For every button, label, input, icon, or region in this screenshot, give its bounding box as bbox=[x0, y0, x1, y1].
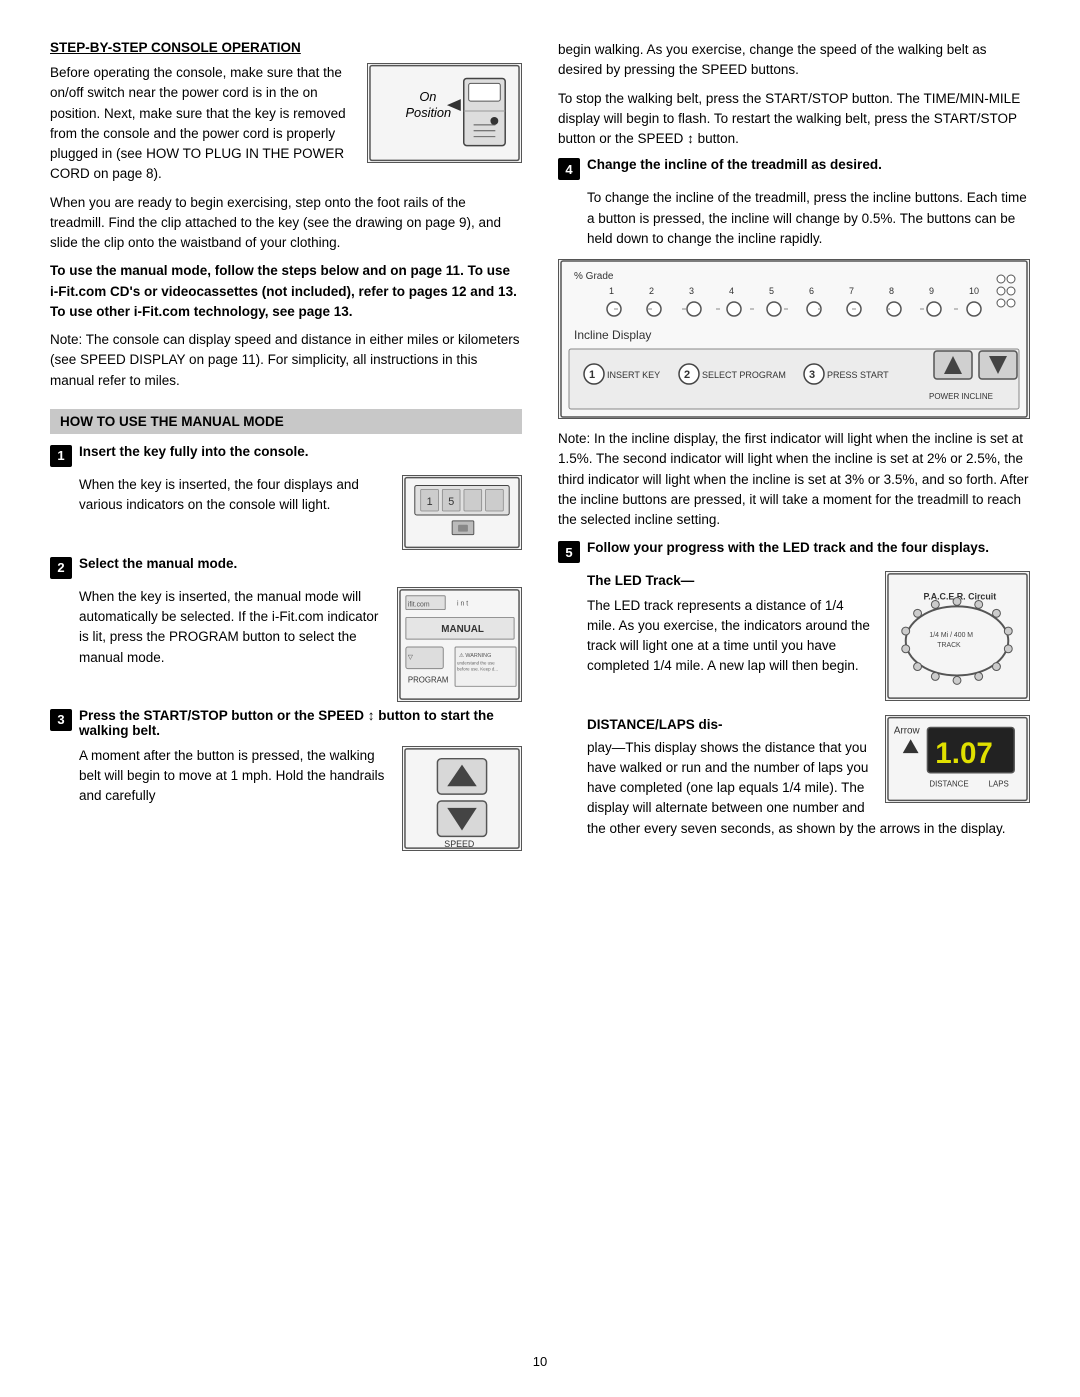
distance-laps-figure: Arrow 1.07 DISTANCE LAPS bbox=[885, 715, 1030, 803]
svg-text:5: 5 bbox=[448, 496, 454, 508]
svg-text:understand the use: understand the use bbox=[457, 660, 495, 665]
step-3-number: 3 bbox=[50, 709, 72, 731]
svg-text:Arrow: Arrow bbox=[894, 726, 921, 737]
step-1-title: Insert the key fully into the console. bbox=[79, 444, 309, 459]
svg-text:Position: Position bbox=[406, 105, 452, 120]
svg-text:SELECT PROGRAM: SELECT PROGRAM bbox=[702, 370, 786, 380]
led-track-svg: P.A.C.E.R. Circuit 1/4 Mi / 400 M TRACK bbox=[886, 571, 1029, 701]
svg-text:▽: ▽ bbox=[408, 654, 413, 661]
led-track-figure: P.A.C.E.R. Circuit 1/4 Mi / 400 M TRACK bbox=[885, 571, 1030, 701]
key-figure-svg: 1 5 bbox=[403, 475, 521, 550]
svg-text:PRESS START: PRESS START bbox=[827, 370, 889, 380]
svg-text:4: 4 bbox=[729, 286, 734, 296]
svg-text:3: 3 bbox=[689, 286, 694, 296]
svg-text:i n t: i n t bbox=[457, 600, 468, 607]
step-5-number: 5 bbox=[558, 541, 580, 563]
svg-text:LAPS: LAPS bbox=[989, 780, 1009, 789]
svg-text:1: 1 bbox=[589, 369, 595, 381]
continue-text: begin walking. As you exercise, change t… bbox=[558, 40, 1030, 81]
step-3-figure: SPEED bbox=[402, 746, 522, 851]
svg-text:ifit.com: ifit.com bbox=[408, 601, 430, 608]
dist-svg: Arrow 1.07 DISTANCE LAPS bbox=[886, 715, 1029, 803]
svg-text:8: 8 bbox=[889, 286, 894, 296]
step-1-block: 1 Insert the key fully into the console. bbox=[50, 444, 522, 467]
svg-text:before use. Keep d...: before use. Keep d... bbox=[457, 666, 498, 671]
incline-svg: % Grade 1 2 3 4 5 6 7 8 9 10 bbox=[559, 259, 1029, 419]
step-4-body: To change the incline of the treadmill, … bbox=[587, 188, 1030, 249]
svg-text:MANUAL: MANUAL bbox=[441, 624, 484, 635]
svg-text:DISTANCE: DISTANCE bbox=[929, 780, 968, 789]
svg-text:INSERT KEY: INSERT KEY bbox=[607, 370, 660, 380]
svg-text:1.07: 1.07 bbox=[935, 737, 993, 770]
step-2-figure: ifit.com i n t MANUAL ▽ ⚠ WARNING unders… bbox=[397, 587, 522, 702]
step-4-title: Change the incline of the treadmill as d… bbox=[587, 157, 882, 172]
step-1-number: 1 bbox=[50, 445, 72, 467]
svg-text:% Grade: % Grade bbox=[574, 271, 614, 282]
bold-para: To use the manual mode, follow the steps… bbox=[50, 261, 522, 322]
on-position-svg: On Position bbox=[368, 63, 521, 163]
step-2-title: Select the manual mode. bbox=[79, 556, 237, 571]
incline-note: Note: In the incline display, the first … bbox=[558, 429, 1030, 530]
svg-text:⚠ WARNING: ⚠ WARNING bbox=[459, 653, 491, 659]
svg-text:5: 5 bbox=[769, 286, 774, 296]
step-3-title: Press the START/STOP button or the SPEED… bbox=[79, 708, 494, 738]
svg-text:PROGRAM: PROGRAM bbox=[408, 675, 449, 684]
step-4-number: 4 bbox=[558, 158, 580, 180]
note-text: Note: The console can display speed and … bbox=[50, 330, 522, 391]
svg-text:6: 6 bbox=[809, 286, 814, 296]
exercise-text: When you are ready to begin exercising, … bbox=[50, 193, 522, 254]
svg-text:1: 1 bbox=[427, 496, 433, 508]
svg-text:10: 10 bbox=[969, 286, 979, 296]
svg-text:SPEED: SPEED bbox=[444, 839, 474, 849]
svg-text:On: On bbox=[419, 89, 436, 104]
step-3-block: 3 Press the START/STOP button or the SPE… bbox=[50, 708, 522, 738]
on-position-figure: On Position bbox=[367, 63, 522, 163]
how-to-use-manual-mode-heading: HOW TO USE THE MANUAL MODE bbox=[50, 409, 522, 434]
svg-text:3: 3 bbox=[809, 369, 815, 381]
step-5-block: 5 Follow your progress with the LED trac… bbox=[558, 540, 1030, 563]
svg-text:9: 9 bbox=[929, 286, 934, 296]
svg-text:1: 1 bbox=[609, 286, 614, 296]
step-2-number: 2 bbox=[50, 557, 72, 579]
section-heading: STEP-BY-STEP CONSOLE OPERATION bbox=[50, 40, 522, 55]
page-number: 10 bbox=[533, 1354, 547, 1369]
manual-figure-svg: ifit.com i n t MANUAL ▽ ⚠ WARNING unders… bbox=[398, 587, 521, 702]
speed-figure-svg: SPEED bbox=[403, 746, 521, 851]
svg-text:7: 7 bbox=[849, 286, 854, 296]
step-5-title: Follow your progress with the LED track … bbox=[587, 540, 989, 555]
step-2-block: 2 Select the manual mode. bbox=[50, 556, 522, 579]
stop-text: To stop the walking belt, press the STAR… bbox=[558, 89, 1030, 150]
svg-text:POWER INCLINE: POWER INCLINE bbox=[929, 392, 993, 401]
svg-text:TRACK: TRACK bbox=[937, 642, 961, 649]
svg-text:Incline Display: Incline Display bbox=[574, 328, 651, 342]
step-1-figure: 1 5 bbox=[402, 475, 522, 550]
svg-text:2: 2 bbox=[649, 286, 654, 296]
step-4-block: 4 Change the incline of the treadmill as… bbox=[558, 157, 1030, 180]
svg-text:1/4 Mi / 400 M: 1/4 Mi / 400 M bbox=[929, 632, 973, 639]
svg-text:2: 2 bbox=[684, 369, 690, 381]
incline-display-figure: % Grade 1 2 3 4 5 6 7 8 9 10 bbox=[558, 259, 1030, 419]
